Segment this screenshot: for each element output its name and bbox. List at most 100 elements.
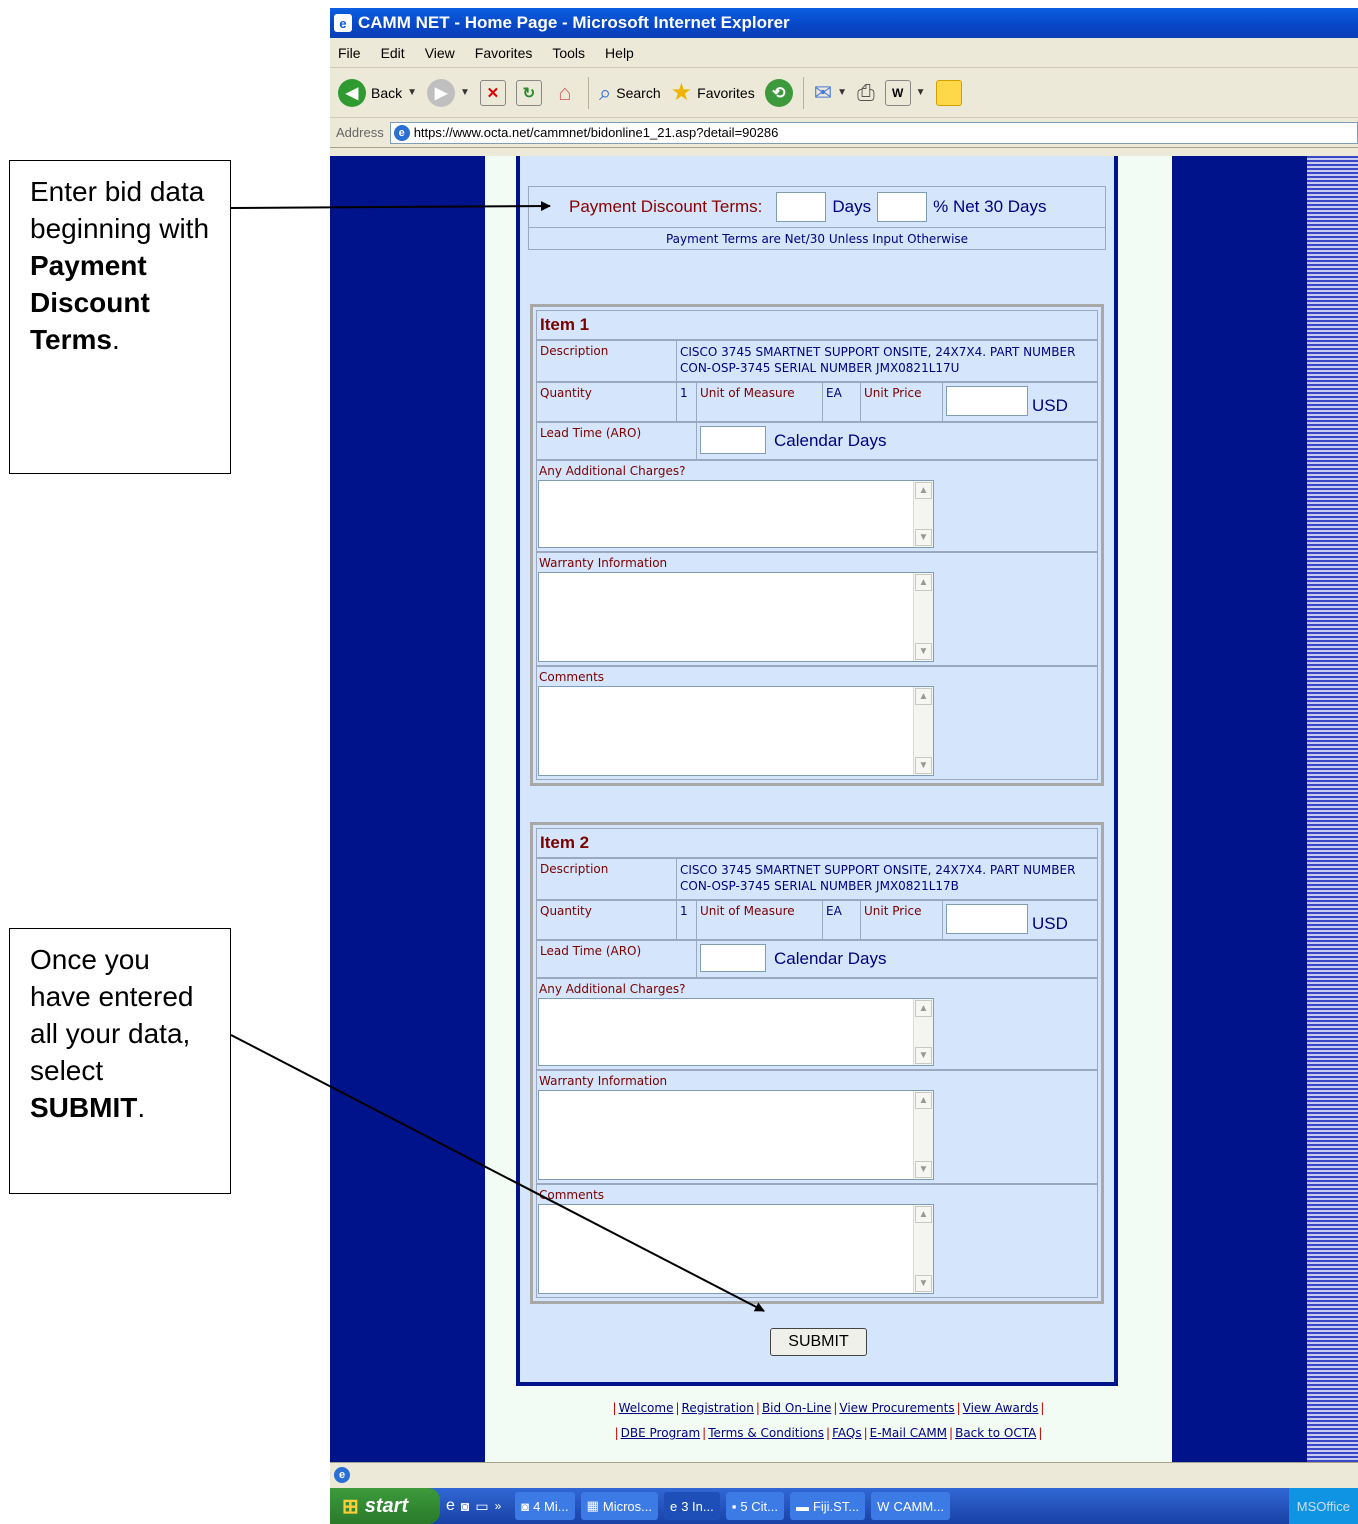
additional-charges-label: Any Additional Charges? <box>539 464 686 478</box>
warranty-label: Warranty Information <box>539 1074 668 1088</box>
link-back-to-octa[interactable]: Back to OCTA <box>955 1426 1036 1440</box>
title-bar: e CAMM NET - Home Page - Microsoft Inter… <box>330 8 1358 38</box>
uom-label: Unit of Measure <box>697 901 823 939</box>
toolbar: ◀ Back ▼ ▶ ▼ ✕ ↻ ⌂ ⌕ Search ★ Favorites ⟲ … <box>330 68 1358 118</box>
menu-favorites[interactable]: Favorites <box>475 45 533 61</box>
task-word[interactable]: W CAMM... <box>871 1492 951 1520</box>
additional-charges-label: Any Additional Charges? <box>539 982 686 996</box>
address-bar: Address e https://www.octa.net/cammnet/b… <box>330 118 1358 148</box>
callout-bold: SUBMIT <box>30 1092 138 1123</box>
link-bid-online[interactable]: Bid On-Line <box>762 1401 831 1415</box>
task-fiji[interactable]: ▬ Fiji.ST... <box>789 1492 866 1520</box>
forward-button[interactable]: ▶ ▼ <box>427 78 470 107</box>
description-label: Description <box>537 341 677 381</box>
home-icon[interactable]: ⌂ <box>552 80 578 106</box>
discount-days-input[interactable] <box>776 192 827 222</box>
link-faqs[interactable]: FAQs <box>832 1426 862 1440</box>
uom-value: EA <box>823 901 861 939</box>
scrollbar[interactable]: ▲ ▼ <box>913 573 933 661</box>
scrollbar[interactable]: ▲ ▼ <box>913 1091 933 1179</box>
additional-charges-textarea[interactable]: ▲ ▼ <box>538 480 934 548</box>
warranty-textarea[interactable]: ▲ ▼ <box>538 572 934 662</box>
print-icon[interactable]: ⎙ <box>857 80 875 106</box>
menu-edit[interactable]: Edit <box>381 45 405 61</box>
search-icon: ⌕ <box>598 79 612 105</box>
browser-window: e CAMM NET - Home Page - Microsoft Inter… <box>330 8 1358 1524</box>
link-email-camm[interactable]: E-Mail CAMM <box>870 1426 947 1440</box>
description-value: CISCO 3745 SMARTNET SUPPORT ONSITE, 24X7… <box>680 345 1076 375</box>
task-outlook[interactable]: ◙ 4 Mi... <box>515 1492 575 1520</box>
quantity-value: 1 <box>677 383 697 421</box>
lead-time-label: Lead Time (ARO) <box>537 941 697 977</box>
scrollbar[interactable]: ▲ ▼ <box>913 999 933 1065</box>
forward-arrow-icon: ▶ <box>427 78 456 107</box>
address-input[interactable]: e https://www.octa.net/cammnet/bidonline… <box>389 121 1358 144</box>
menu-view[interactable]: View <box>425 45 455 61</box>
citrix-icon: ▪ <box>731 1498 737 1514</box>
refresh-icon[interactable]: ↻ <box>515 79 542 106</box>
search-button[interactable]: ⌕ Search <box>599 80 661 106</box>
mail-icon: ✉ <box>813 79 833 105</box>
favorites-label: Favorites <box>697 84 755 101</box>
edit-button[interactable]: W ▼ <box>884 79 926 106</box>
task-excel[interactable]: ▦ Micros... <box>580 1492 658 1520</box>
back-button[interactable]: ◀ Back ▼ <box>338 78 418 107</box>
back-arrow-icon: ◀ <box>338 78 366 107</box>
link-registration[interactable]: Registration <box>682 1401 754 1415</box>
start-button[interactable]: ⊞ start <box>330 1488 440 1524</box>
submit-button[interactable]: SUBMIT <box>770 1328 867 1356</box>
scrollbar[interactable]: ▲ ▼ <box>913 481 933 547</box>
task-label: 5 Cit... <box>740 1498 778 1514</box>
task-label: Fiji.ST... <box>812 1498 860 1514</box>
star-icon: ★ <box>670 79 693 106</box>
dropdown-arrow-icon: ▼ <box>407 87 418 98</box>
link-dbe-program[interactable]: DBE Program <box>621 1426 701 1440</box>
link-view-awards[interactable]: View Awards <box>963 1401 1039 1415</box>
quicklaunch-desktop-icon[interactable]: ▭ <box>475 1498 488 1515</box>
stop-icon[interactable]: ✕ <box>479 79 506 106</box>
outlook-icon: ◙ <box>521 1498 530 1514</box>
currency-label: USD <box>1032 914 1068 933</box>
address-label: Address <box>336 125 384 140</box>
menu-help[interactable]: Help <box>605 45 634 61</box>
scrollbar[interactable]: ▲ ▼ <box>913 1205 933 1293</box>
word-icon: W <box>877 1498 890 1514</box>
discuss-icon[interactable] <box>935 79 962 106</box>
history-icon[interactable]: ⟲ <box>764 78 793 107</box>
task-citrix[interactable]: ▪ 5 Cit... <box>725 1492 784 1520</box>
quicklaunch-more-icon[interactable]: » <box>495 1499 502 1513</box>
warranty-textarea[interactable]: ▲ ▼ <box>538 1090 934 1180</box>
ie-page-icon: e <box>334 14 352 32</box>
link-terms[interactable]: Terms & Conditions <box>708 1426 824 1440</box>
comments-textarea[interactable]: ▲ ▼ <box>538 1204 934 1294</box>
lead-time-input[interactable] <box>700 426 766 454</box>
quicklaunch-ie-icon[interactable]: e <box>446 1497 455 1515</box>
window-title: CAMM NET - Home Page - Microsoft Interne… <box>358 13 790 32</box>
ie-icon: e <box>669 1498 678 1514</box>
payment-terms-label: Payment Discount Terms: <box>569 197 763 216</box>
link-welcome[interactable]: Welcome <box>619 1401 674 1415</box>
callout-text: Enter bid data beginning with <box>30 176 210 244</box>
additional-charges-textarea[interactable]: ▲ ▼ <box>538 998 934 1066</box>
mail-button[interactable]: ✉ ▼ <box>814 80 847 106</box>
unit-price-input[interactable] <box>946 386 1028 416</box>
menu-tools[interactable]: Tools <box>552 45 585 61</box>
quicklaunch-outlook-icon[interactable]: ◙ <box>461 1498 469 1514</box>
comments-textarea[interactable]: ▲ ▼ <box>538 686 934 776</box>
lead-time-input[interactable] <box>700 944 766 972</box>
callout-end: . <box>111 324 120 355</box>
dropdown-arrow-icon: ▼ <box>837 87 848 98</box>
warranty-label: Warranty Information <box>539 556 668 570</box>
task-ie[interactable]: e3 In... <box>663 1492 720 1520</box>
footer-links-row2: | DBE Program | Terms & Conditions | FAQs | E-M… <box>614 1426 1043 1440</box>
unit-price-input[interactable] <box>946 904 1028 934</box>
page-content: Payment Discount Terms: Days % Net 30 Da… <box>330 156 1358 1462</box>
unit-price-label: Unit Price <box>861 383 943 421</box>
task-label: 3 In... <box>681 1498 714 1514</box>
left-sidebar <box>330 156 485 1462</box>
favorites-button[interactable]: ★ Favorites <box>671 78 755 107</box>
link-view-procurements[interactable]: View Procurements <box>839 1401 954 1415</box>
menu-file[interactable]: File <box>338 45 361 61</box>
scrollbar[interactable]: ▲ ▼ <box>913 687 933 775</box>
discount-percent-input[interactable] <box>877 192 928 222</box>
